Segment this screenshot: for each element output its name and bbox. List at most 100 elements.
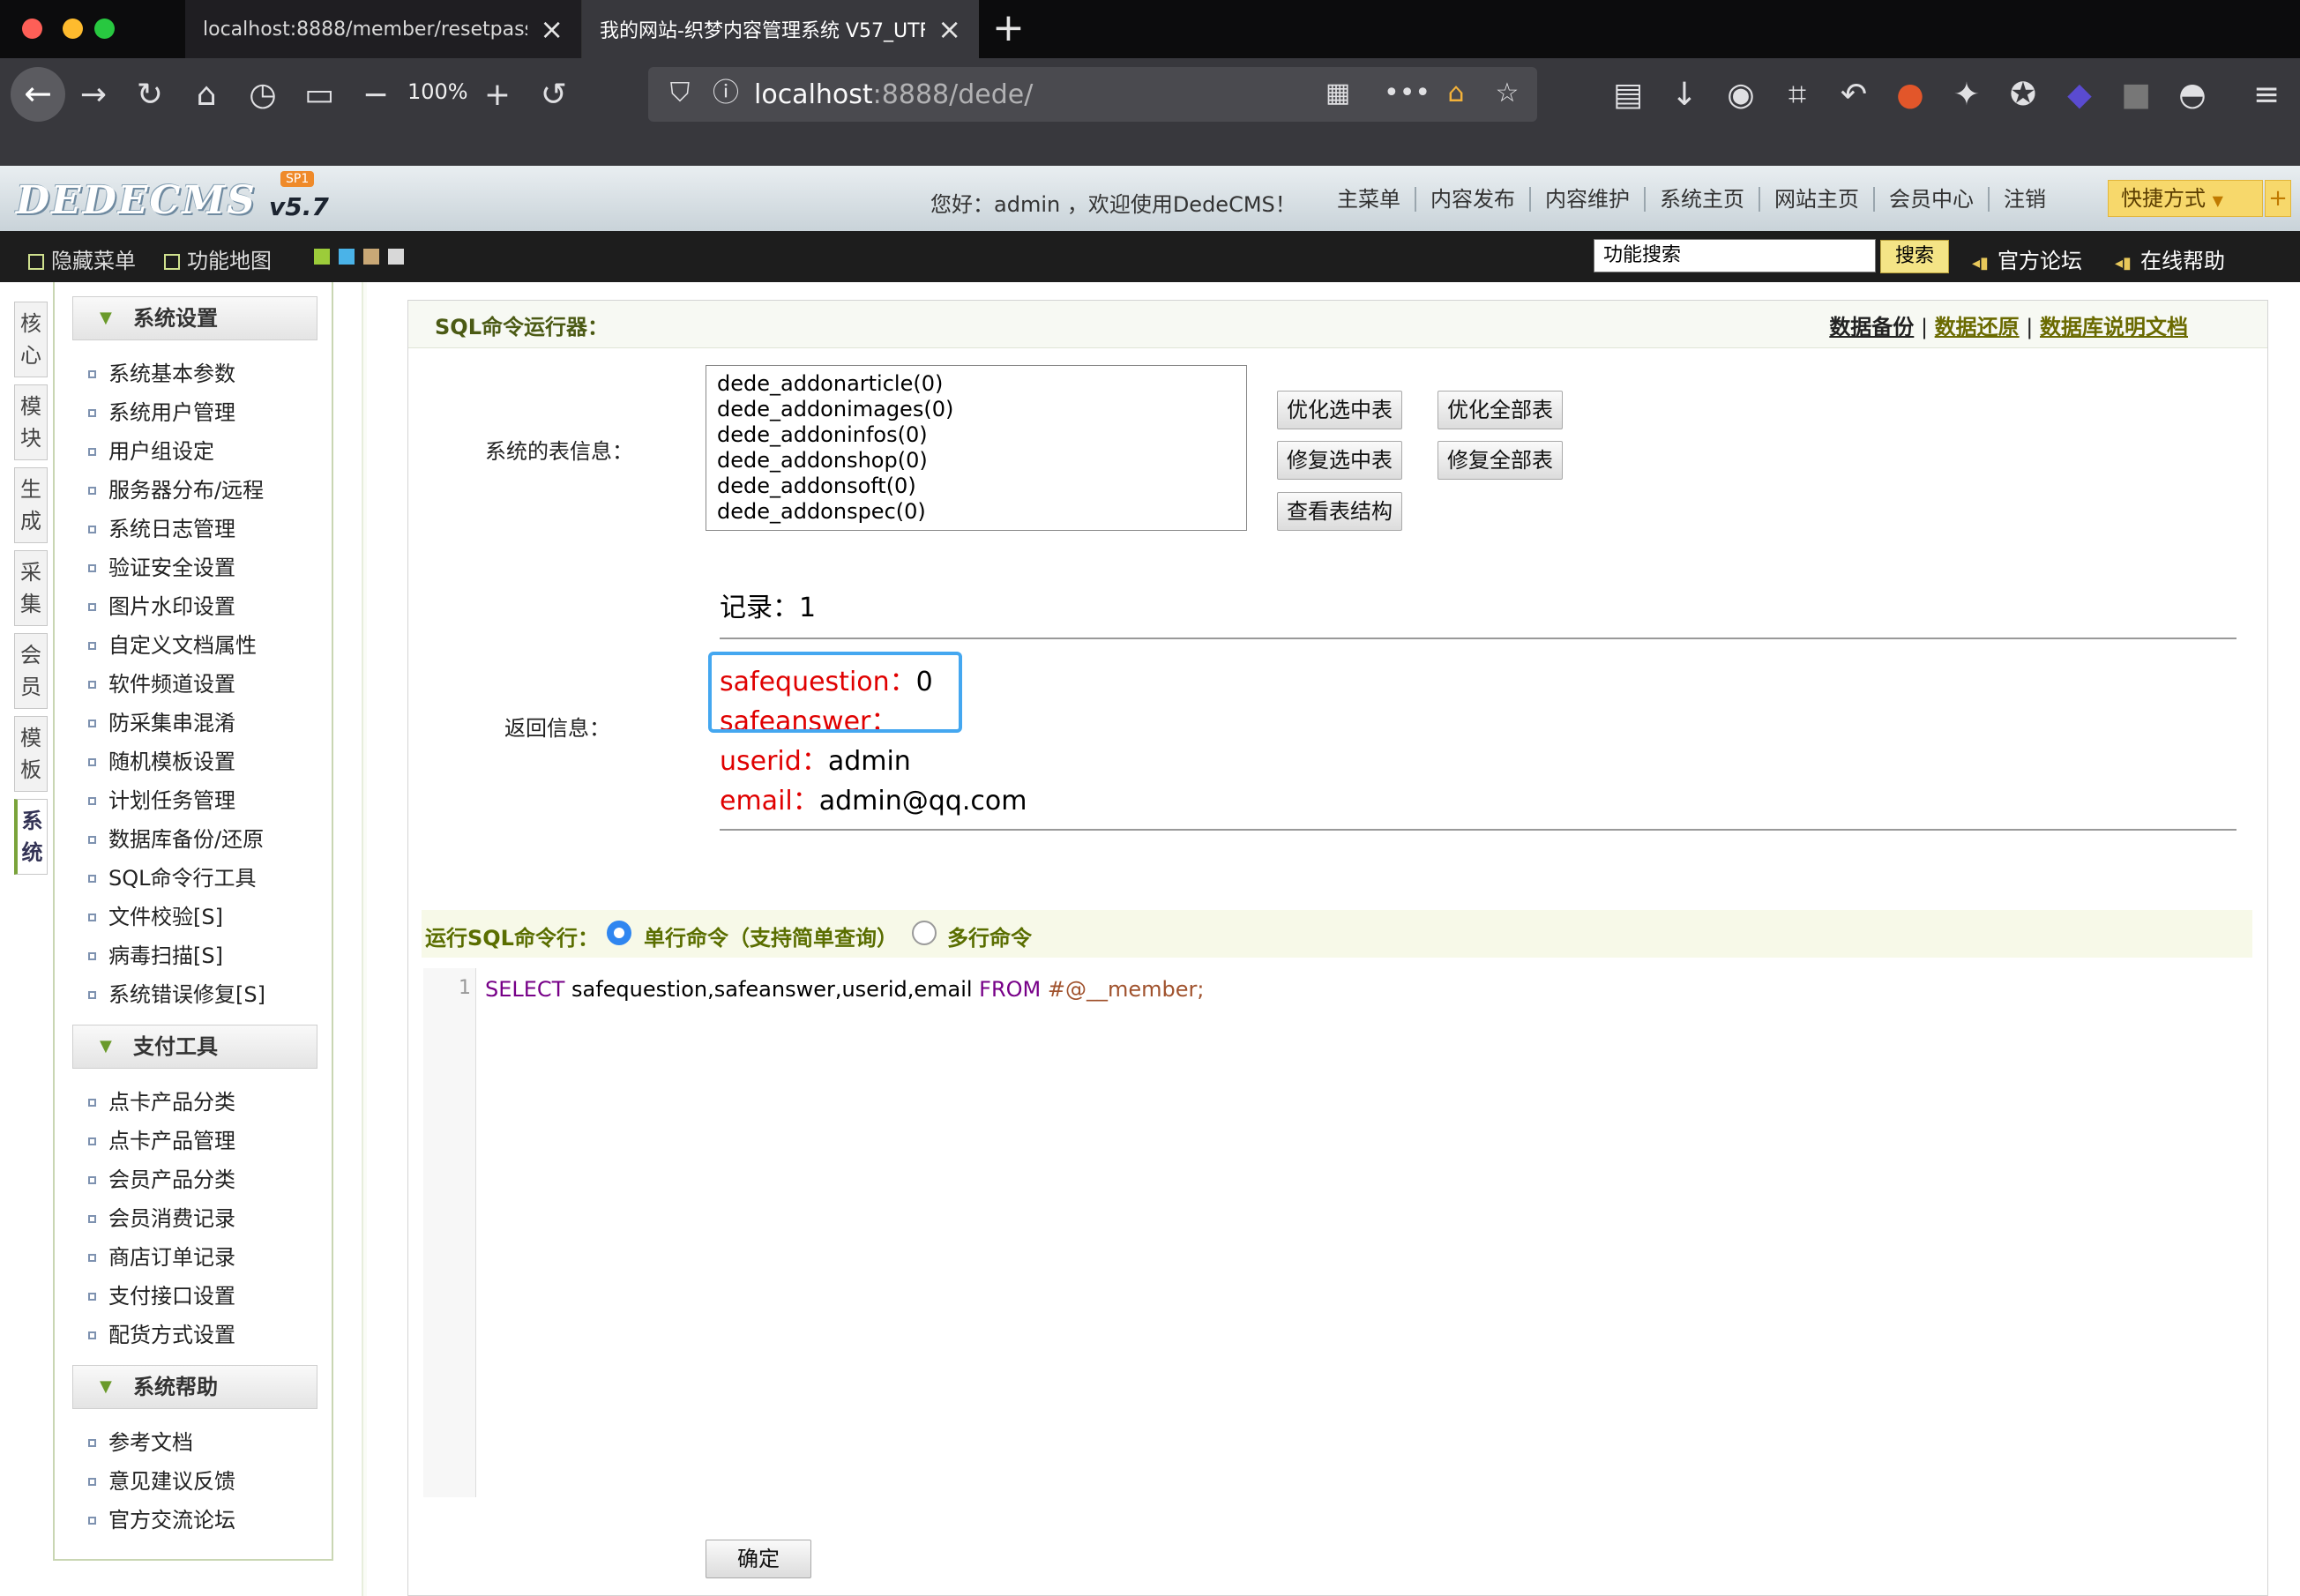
info-icon[interactable]: ⓘ — [706, 76, 745, 111]
table-option[interactable]: dede_addonsoft(0) — [717, 474, 1236, 499]
hamburger-menu-icon[interactable]: ≡ — [2247, 78, 2286, 113]
table-list-select[interactable]: dede_addonarticle(0) dede_addonimages(0)… — [706, 365, 1247, 531]
table-option[interactable]: dede_addonshop(0) — [717, 448, 1236, 474]
sidebar-item[interactable]: 防采集串混淆 — [88, 705, 235, 736]
menu-logout[interactable]: 注销 — [1990, 187, 2060, 212]
skin-gray-swatch[interactable] — [388, 249, 404, 265]
sidebar-item[interactable]: 计划任务管理 — [88, 783, 235, 814]
menu-member-center[interactable]: 会员中心 — [1875, 187, 1990, 212]
home-extension-icon[interactable]: ⌂ — [1437, 76, 1475, 111]
zoom-out-icon[interactable]: − — [356, 78, 395, 113]
reset-zoom-icon[interactable]: ↺ — [534, 78, 573, 113]
reload-icon[interactable]: ↻ — [131, 78, 169, 113]
multi-line-label[interactable]: 多行命令 — [947, 921, 1032, 951]
url-text[interactable]: localhost:8888/dede/ — [754, 79, 1033, 110]
extension-se-icon[interactable]: ■ — [2117, 78, 2155, 113]
data-restore-link[interactable]: 数据还原 — [1935, 315, 2020, 339]
sidebar-item[interactable]: 系统错误修复[S] — [88, 977, 265, 1008]
sidebar-item[interactable]: 会员消费记录 — [88, 1201, 235, 1232]
tab-member[interactable]: 会员 — [14, 633, 48, 709]
menu-main[interactable]: 主菜单 — [1323, 187, 1416, 212]
sidebar-item[interactable]: 系统基本参数 — [88, 356, 235, 387]
online-help-link[interactable]: ◂▮ 在线帮助 — [2115, 243, 2225, 274]
menu-publish[interactable]: 内容发布 — [1416, 187, 1531, 212]
data-backup-link[interactable]: 数据备份 — [1829, 315, 1914, 339]
sidebar-item[interactable]: 支付接口设置 — [88, 1279, 235, 1309]
sidebar-item[interactable]: 用户组设定 — [88, 434, 214, 465]
section-system-help[interactable]: ▼ 系统帮助 — [72, 1365, 317, 1409]
tab-module[interactable]: 模块 — [14, 384, 48, 460]
tab-core[interactable]: 核心 — [14, 302, 48, 377]
window-close-button[interactable] — [22, 19, 42, 39]
table-option[interactable]: dede_addonimages(0) — [717, 397, 1236, 422]
tab-template[interactable]: 模板 — [14, 716, 48, 792]
skin-green-swatch[interactable] — [314, 249, 330, 265]
browser-tab-resetpassword[interactable]: localhost:8888/member/resetpassword × — [185, 0, 582, 58]
menu-site-home[interactable]: 网站主页 — [1760, 187, 1875, 212]
sidebar-item[interactable]: 验证安全设置 — [88, 550, 235, 581]
func-map-button[interactable]: 功能地图 — [164, 243, 272, 274]
sidebar-item[interactable]: 系统日志管理 — [88, 511, 235, 542]
extension-bug-icon[interactable]: ✦ — [1947, 78, 1986, 113]
back-arrow-icon[interactable]: ← — [11, 67, 65, 122]
sidebar-item[interactable]: 系统用户管理 — [88, 395, 235, 426]
repair-selected-button[interactable]: 修复选中表 — [1277, 441, 1402, 480]
undo-icon[interactable]: ↶ — [1834, 78, 1873, 113]
hide-menu-button[interactable]: 隐藏菜单 — [28, 243, 136, 274]
sidebar-item[interactable]: 随机模板设置 — [88, 744, 235, 775]
address-bar[interactable]: ⛉ ⓘ localhost:8888/dede/ ▦ ••• ⌂ ☆ — [648, 67, 1537, 122]
skin-blue-swatch[interactable] — [339, 249, 355, 265]
sidebar-item[interactable]: 商店订单记录 — [88, 1240, 235, 1271]
close-icon[interactable]: × — [937, 12, 961, 46]
home-icon[interactable]: ⌂ — [187, 78, 226, 113]
window-minimize-button[interactable] — [63, 19, 83, 39]
history-icon[interactable]: ◷ — [243, 78, 282, 113]
quick-add-button[interactable]: + — [2265, 180, 2291, 217]
table-option[interactable]: dede_addonspec(0) — [717, 499, 1236, 525]
tab-generate[interactable]: 生成 — [14, 467, 48, 543]
multi-line-radio[interactable] — [912, 921, 937, 945]
shield-icon[interactable]: ⛉ — [661, 76, 699, 111]
section-payment-tools[interactable]: ▼ 支付工具 — [72, 1025, 317, 1069]
view-structure-button[interactable]: 查看表结构 — [1277, 492, 1402, 531]
sidebar-icon[interactable]: ▤ — [1609, 78, 1647, 113]
sidebar-item[interactable]: 配货方式设置 — [88, 1317, 235, 1348]
function-search-input[interactable]: 功能搜索 — [1594, 239, 1876, 272]
sidebar-item[interactable]: 文件校验[S] — [88, 899, 223, 930]
official-forum-link[interactable]: ◂▮ 官方论坛 — [1972, 243, 2082, 274]
quick-menu-button[interactable]: 快捷方式 ▼ — [2108, 180, 2263, 217]
window-zoom-button[interactable] — [94, 19, 115, 39]
bookmark-star-icon[interactable]: ☆ — [1488, 76, 1527, 111]
sql-code-line[interactable]: SELECT safequestion,safeanswer,userid,em… — [485, 977, 1204, 1002]
account-icon[interactable]: ◉ — [1721, 78, 1760, 113]
optimize-selected-button[interactable]: 优化选中表 — [1277, 391, 1402, 429]
skin-tan-swatch[interactable] — [363, 249, 379, 265]
cookie-icon[interactable]: ✪ — [2004, 78, 2042, 113]
sidebar-item[interactable]: 病毒扫描[S] — [88, 938, 223, 969]
sidebar-item[interactable]: 点卡产品分类 — [88, 1085, 235, 1115]
zoom-level[interactable]: 100% — [407, 79, 468, 104]
sidebar-item[interactable]: 服务器分布/远程 — [88, 473, 264, 503]
sidebar-item[interactable]: SQL命令行工具 — [88, 861, 257, 891]
optimize-all-button[interactable]: 优化全部表 — [1438, 391, 1563, 429]
sidebar-item[interactable]: 意见建议反馈 — [88, 1464, 235, 1495]
tab-collect[interactable]: 采集 — [14, 550, 48, 626]
close-icon[interactable]: × — [540, 12, 564, 46]
single-line-radio[interactable] — [607, 921, 631, 945]
zoom-in-icon[interactable]: + — [478, 78, 517, 113]
sidebar-item[interactable]: 数据库备份/还原 — [88, 822, 264, 853]
table-option[interactable]: dede_addoninfos(0) — [717, 422, 1236, 448]
tab-system[interactable]: 系统 — [14, 799, 48, 875]
search-button[interactable]: 搜索 — [1880, 240, 1949, 273]
extension-layers-icon[interactable]: ◆ — [2060, 78, 2099, 113]
sidebar-item[interactable]: 会员产品分类 — [88, 1162, 235, 1193]
submit-button[interactable]: 确定 — [706, 1540, 811, 1578]
sql-editor[interactable]: 1 SELECT safequestion,safeanswer,userid,… — [423, 968, 2252, 1497]
single-line-label[interactable]: 单行命令（支持简单查询） — [644, 921, 898, 951]
sidebar-item[interactable]: 官方交流论坛 — [88, 1503, 235, 1533]
crop-icon[interactable]: ⌗ — [1778, 78, 1817, 113]
extension-hackbar-icon[interactable]: ● — [1891, 78, 1930, 113]
frame-divider[interactable] — [362, 282, 367, 1596]
sidebar-item[interactable]: 软件频道设置 — [88, 667, 235, 697]
table-option[interactable]: dede_addonarticle(0) — [717, 371, 1236, 397]
